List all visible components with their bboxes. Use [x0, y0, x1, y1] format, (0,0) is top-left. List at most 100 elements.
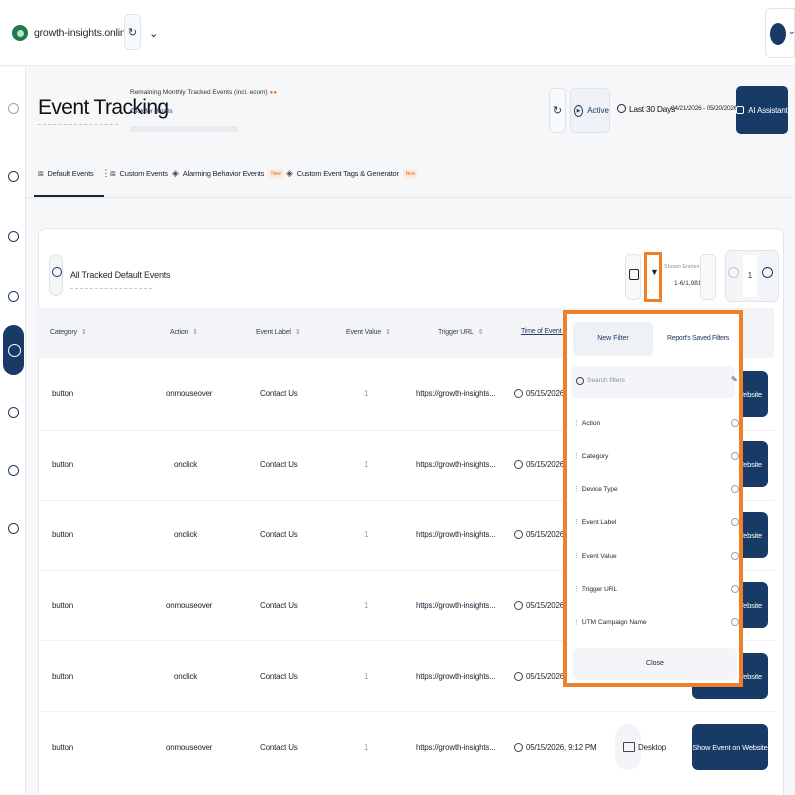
filter-item-action[interactable]: ⋮⋮ Action — [571, 414, 739, 434]
cell-category: button — [52, 530, 74, 539]
reports-icon[interactable] — [8, 407, 19, 418]
account-menu[interactable]: ⌄ — [765, 8, 795, 58]
cell-url[interactable]: https://growth-insights... — [416, 460, 495, 469]
chevron-down-icon: ⌄ — [788, 26, 795, 36]
filter-item-event-label[interactable]: ⋮⋮ Event Label — [571, 513, 739, 533]
tab-label: Custom Events — [119, 169, 168, 178]
filter-popup-tabs: New Filter Report's Saved Filters — [567, 314, 739, 364]
cell-url[interactable]: https://growth-insights... — [416, 601, 495, 610]
add-filter-icon[interactable] — [731, 618, 739, 626]
cell-category: button — [52, 389, 74, 398]
close-button[interactable]: Close — [573, 648, 737, 680]
new-badge: New — [402, 168, 419, 179]
more-vertical-icon[interactable]: ⋮ — [102, 168, 111, 179]
info-dot-icon: ●● — [269, 90, 277, 96]
header-label: Event Value — [346, 329, 382, 336]
tab-new-filter[interactable]: New Filter — [573, 322, 653, 356]
cell-category: button — [52, 672, 74, 681]
site-name: growth-insights.online — [34, 27, 132, 39]
collapse-icon[interactable] — [8, 103, 19, 114]
column-header-trigger-url[interactable]: Trigger URL ⇕ — [438, 328, 484, 336]
tab-alarming-behavior-events[interactable]: ◈ Alarming Behavior Events New — [172, 168, 284, 179]
title-underline — [38, 124, 118, 125]
add-filter-icon[interactable] — [731, 518, 739, 526]
filter-item-category[interactable]: ⋮⋮ Category — [571, 447, 739, 467]
sort-icon: ⇕ — [477, 329, 484, 336]
sort-button[interactable] — [700, 254, 716, 300]
show-event-on-website-button[interactable]: Show Event on Website — [692, 724, 768, 770]
filter-search-input[interactable]: Search filters ✎ — [571, 366, 738, 398]
next-page-icon[interactable] — [762, 267, 773, 278]
tab-custom-events[interactable]: ⧈ Custom Events — [110, 168, 168, 179]
column-header-category[interactable]: Category ⇕ — [50, 328, 87, 336]
security-icon[interactable] — [8, 465, 19, 476]
add-filter-icon[interactable] — [731, 419, 739, 427]
inbox-icon[interactable] — [8, 231, 19, 242]
tab-saved-filters[interactable]: Report's Saved Filters — [663, 322, 733, 356]
columns-button[interactable] — [625, 254, 641, 300]
cell-url[interactable]: https://growth-insights... — [416, 672, 495, 681]
filter-item-event-value[interactable]: ⋮⋮ Event Value — [571, 547, 739, 567]
edit-icon[interactable]: ✎ — [731, 375, 738, 384]
panel-title: All Tracked Default Events — [70, 270, 171, 280]
filter-icon: ▼ — [650, 267, 659, 277]
filter-item-label: Category — [582, 453, 609, 460]
status-toggle-button[interactable]: ▶ Active — [570, 88, 610, 133]
add-filter-icon[interactable] — [731, 552, 739, 560]
cell-time: 05/15/2026, 9:12 PM — [526, 743, 597, 752]
cell-value: 1 — [364, 389, 369, 398]
date-range-picker[interactable]: 04/21/2026 - 05/20/2026 ⌄ — [671, 104, 744, 112]
filter-button[interactable]: ▼ — [644, 252, 662, 302]
refresh-button[interactable]: ↻ — [549, 88, 566, 133]
add-filter-icon[interactable] — [731, 585, 739, 593]
filter-item-trigger-url[interactable]: ⋮⋮ Trigger URL — [571, 580, 739, 600]
sort-icon: ⇕ — [385, 329, 391, 336]
tab-custom-event-tags[interactable]: ◈ Custom Event Tags & Generator New — [286, 168, 419, 179]
tag-icon: ⧈ — [38, 168, 44, 178]
column-header-action[interactable]: Action ⇕ — [170, 328, 198, 336]
event-tabs: ⧈ Default Events ⋮ ⧈ Custom Events ◈ Ala… — [36, 168, 795, 198]
filter-item-label: Trigger URL — [582, 586, 618, 593]
filter-item-utm-campaign-name[interactable]: ⋮⋮ UTM Campaign Name — [571, 613, 739, 633]
panel-title-underline — [70, 288, 152, 289]
cell-action: onmouseover — [166, 389, 213, 398]
cell-category: button — [52, 601, 74, 610]
refresh-icon: ↻ — [552, 105, 563, 117]
play-icon: ▶ — [574, 104, 584, 117]
row-divider — [38, 711, 774, 712]
tab-default-events[interactable]: ⧈ Default Events ⋮ — [38, 168, 111, 179]
cell-label: Contact Us — [260, 672, 298, 681]
cell-value: 1 — [364, 743, 369, 752]
cell-label: Contact Us — [260, 743, 298, 752]
search-icon — [576, 377, 584, 385]
column-header-event-value[interactable]: Event Value ⇕ — [346, 328, 391, 336]
date-range-preset[interactable]: Last 30 Days — [629, 104, 675, 114]
realtime-icon[interactable] — [8, 291, 19, 302]
cell-label: Contact Us — [260, 460, 298, 469]
header-label: Event Label — [256, 329, 291, 336]
alarm-icon: ◈ — [172, 168, 179, 178]
cell-value: 1 — [364, 672, 369, 681]
settings-icon[interactable] — [8, 523, 19, 534]
add-filter-icon[interactable] — [731, 452, 739, 460]
sidebar-item-event-tracking[interactable] — [3, 325, 24, 375]
cell-url[interactable]: https://growth-insights... — [416, 389, 495, 398]
ai-assistant-button[interactable]: AI Assistant — [736, 86, 788, 134]
details-link[interactable]: Click for details — [130, 108, 173, 115]
sidebar — [0, 67, 26, 795]
dashboard-icon[interactable] — [8, 171, 19, 182]
clock-icon — [514, 743, 523, 752]
column-header-event-label[interactable]: Event Label ⇕ — [256, 328, 301, 336]
previous-page-icon[interactable] — [728, 267, 739, 278]
filter-popup: New Filter Report's Saved Filters Search… — [563, 310, 743, 687]
avatar — [770, 23, 786, 45]
site-refresh-button[interactable]: ↻ — [124, 14, 141, 50]
cell-url[interactable]: https://growth-insights... — [416, 743, 495, 752]
info-icon[interactable] — [49, 254, 63, 296]
filter-item-device-type[interactable]: ⋮⋮ Device Type — [571, 480, 739, 500]
tag-icon: ⧈ — [110, 168, 116, 178]
add-filter-icon[interactable] — [731, 485, 739, 493]
new-badge: New — [268, 168, 284, 179]
cell-url[interactable]: https://growth-insights... — [416, 530, 495, 539]
filter-item-label: Device Type — [582, 486, 618, 493]
